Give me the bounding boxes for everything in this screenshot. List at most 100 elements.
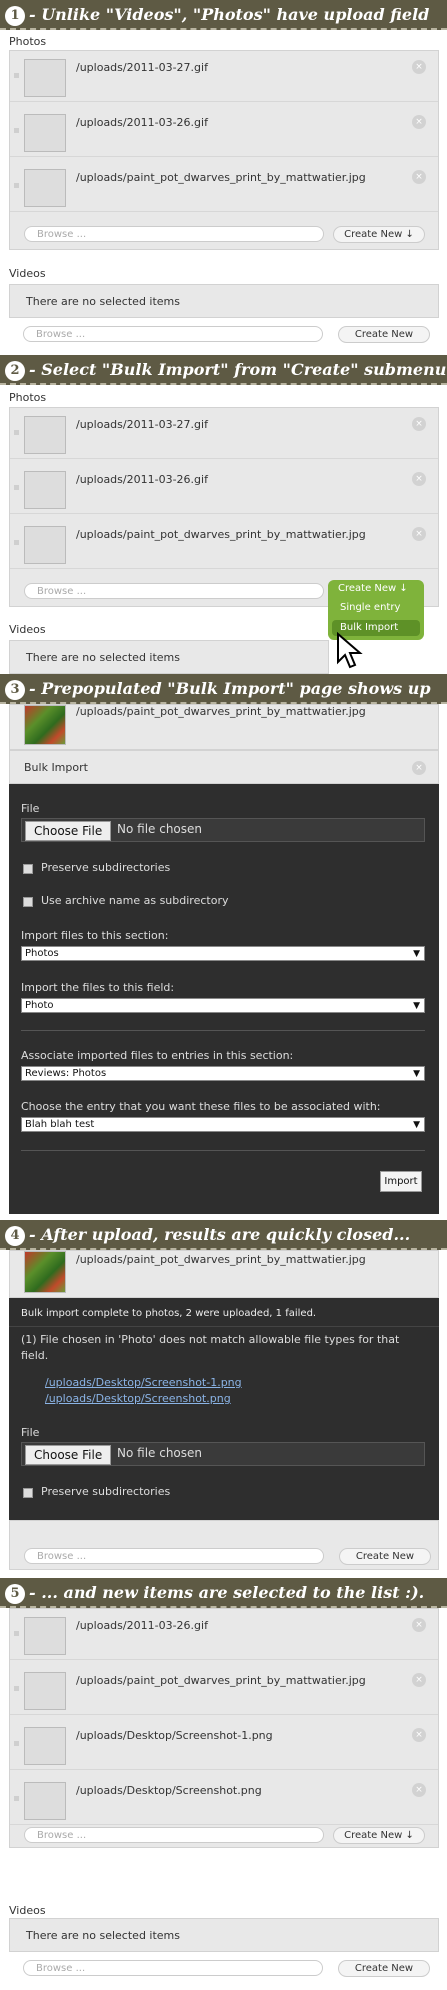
photos-section-label: Photos bbox=[9, 35, 47, 48]
file-status: No file chosen bbox=[117, 1446, 203, 1460]
file-input[interactable]: Choose File No file chosen bbox=[21, 1442, 425, 1466]
bulk-import-result: Bulk import complete to photos, 2 were u… bbox=[9, 1298, 439, 1520]
dropdown-arrow-icon: ▼ bbox=[413, 1120, 420, 1130]
photos-panel-footer: Browse ... Create New bbox=[9, 1520, 439, 1570]
uploaded-file-link[interactable]: /uploads/Desktop/Screenshot-1.png bbox=[45, 1376, 242, 1389]
thumbnail-image bbox=[24, 1617, 66, 1655]
entry-select[interactable]: Blah blah test ▼ bbox=[21, 1117, 425, 1132]
remove-icon[interactable]: × bbox=[412, 170, 426, 184]
list-item[interactable]: /uploads/2011-03-27.gif × bbox=[10, 51, 438, 102]
browse-input[interactable]: Browse ... bbox=[24, 1827, 324, 1843]
import-field-label: Import the files to this field: bbox=[21, 981, 175, 994]
import-field-select[interactable]: Photo ▼ bbox=[21, 998, 425, 1013]
videos-empty-state: There are no selected items bbox=[9, 1918, 439, 1952]
result-error: (1) File chosen in 'Photo' does not matc… bbox=[21, 1333, 400, 1362]
browse-input[interactable]: Browse ... bbox=[24, 583, 324, 599]
create-new-button[interactable]: Create New bbox=[339, 1548, 431, 1565]
list-item[interactable]: /uploads/paint_pot_dwarves_print_by_matt… bbox=[10, 1664, 438, 1715]
create-new-button[interactable]: Create New bbox=[338, 326, 430, 343]
file-status: No file chosen bbox=[117, 822, 203, 836]
thumbnail-image bbox=[24, 59, 66, 97]
photos-panel: /uploads/2011-03-27.gif × /uploads/2011-… bbox=[9, 407, 439, 607]
dropdown-arrow-icon: ▼ bbox=[413, 949, 420, 959]
photos-panel-partial: /uploads/paint_pot_dwarves_print_by_matt… bbox=[9, 1250, 439, 1298]
file-path: /uploads/2011-03-26.gif bbox=[76, 116, 208, 129]
create-new-dropdown: Create New ↓ Single entry Bulk Import bbox=[328, 580, 424, 640]
videos-section-label: Videos bbox=[9, 623, 46, 636]
remove-icon[interactable]: × bbox=[412, 60, 426, 74]
remove-icon[interactable]: × bbox=[412, 417, 426, 431]
dropdown-arrow-icon: ▼ bbox=[413, 1001, 420, 1011]
file-path: /uploads/Desktop/Screenshot.png bbox=[76, 1784, 262, 1797]
list-item[interactable]: /uploads/Desktop/Screenshot-1.png × bbox=[10, 1719, 438, 1770]
remove-icon[interactable]: × bbox=[412, 1783, 426, 1797]
select-value: Blah blah test bbox=[25, 1119, 95, 1130]
browse-input[interactable]: Browse ... bbox=[23, 1960, 323, 1976]
list-item[interactable]: /uploads/Desktop/Screenshot.png × bbox=[10, 1774, 438, 1825]
menu-item-single-entry[interactable]: Single entry bbox=[340, 602, 400, 613]
drag-handle-icon[interactable] bbox=[14, 128, 19, 133]
remove-icon[interactable]: × bbox=[412, 472, 426, 486]
photos-panel: /uploads/2011-03-27.gif × /uploads/2011-… bbox=[9, 50, 439, 250]
create-new-button[interactable]: Create New ↓ bbox=[338, 583, 408, 594]
thumbnail-image bbox=[24, 114, 66, 152]
drag-handle-icon[interactable] bbox=[14, 485, 19, 490]
step-text: - Select "Bulk Import" from "Create" sub… bbox=[29, 360, 447, 379]
remove-icon[interactable]: × bbox=[412, 115, 426, 129]
browse-input[interactable]: Browse ... bbox=[24, 226, 324, 242]
browse-input[interactable]: Browse ... bbox=[23, 326, 323, 342]
list-item[interactable]: /uploads/2011-03-26.gif × bbox=[10, 463, 438, 514]
divider bbox=[9, 1326, 439, 1327]
list-item[interactable]: /uploads/2011-03-26.gif × bbox=[10, 1609, 438, 1660]
dropdown-arrow-icon: ▼ bbox=[413, 1069, 420, 1079]
remove-icon[interactable]: × bbox=[412, 1673, 426, 1687]
drag-handle-icon[interactable] bbox=[14, 1631, 19, 1636]
step-banner-3: 3- Prepopulated "Bulk Import" page shows… bbox=[0, 674, 447, 704]
preserve-label: Preserve subdirectories bbox=[41, 861, 171, 874]
drag-handle-icon[interactable] bbox=[14, 73, 19, 78]
drag-handle-icon[interactable] bbox=[14, 1741, 19, 1746]
entry-label: Choose the entry that you want these fil… bbox=[21, 1100, 381, 1113]
step-number: 2 bbox=[5, 361, 25, 381]
list-item[interactable]: /uploads/2011-03-26.gif × bbox=[10, 106, 438, 157]
import-button[interactable]: Import bbox=[380, 1171, 422, 1192]
choose-file-button[interactable]: Choose File bbox=[25, 1445, 112, 1465]
drag-handle-icon[interactable] bbox=[14, 430, 19, 435]
list-item[interactable]: /uploads/paint_pot_dwarves_print_by_matt… bbox=[10, 518, 438, 569]
thumbnail-image bbox=[24, 1251, 66, 1293]
step-number: 4 bbox=[5, 1226, 25, 1246]
associate-label: Associate imported files to entries in t… bbox=[21, 1049, 294, 1062]
preserve-label: Preserve subdirectories bbox=[41, 1485, 171, 1498]
list-item[interactable]: /uploads/2011-03-27.gif × bbox=[10, 408, 438, 459]
create-new-button[interactable]: Create New ↓ bbox=[333, 1827, 425, 1844]
remove-icon[interactable]: × bbox=[412, 527, 426, 541]
browse-input[interactable]: Browse ... bbox=[24, 1548, 324, 1564]
divider bbox=[21, 1150, 425, 1151]
create-new-button[interactable]: Create New ↓ bbox=[333, 226, 425, 243]
preserve-checkbox[interactable] bbox=[23, 864, 33, 874]
step-text: - Unlike "Videos", "Photos" have upload … bbox=[29, 5, 430, 24]
step-number: 3 bbox=[5, 680, 25, 700]
step-banner-5: 5- ... and new items are selected to the… bbox=[0, 1578, 447, 1608]
import-section-select[interactable]: Photos ▼ bbox=[21, 946, 425, 961]
preserve-checkbox[interactable] bbox=[23, 1488, 33, 1498]
create-new-button[interactable]: Create New bbox=[338, 1960, 430, 1977]
remove-icon[interactable]: × bbox=[412, 1728, 426, 1742]
choose-file-button[interactable]: Choose File bbox=[25, 821, 112, 841]
remove-icon[interactable]: × bbox=[412, 1618, 426, 1632]
select-value: Reviews: Photos bbox=[25, 1068, 107, 1079]
file-input[interactable]: Choose File No file chosen bbox=[21, 818, 425, 842]
file-path: /uploads/paint_pot_dwarves_print_by_matt… bbox=[76, 705, 366, 718]
drag-handle-icon[interactable] bbox=[14, 1796, 19, 1801]
associate-section-select[interactable]: Reviews: Photos ▼ bbox=[21, 1066, 425, 1081]
drag-handle-icon[interactable] bbox=[14, 540, 19, 545]
uploaded-file-link[interactable]: /uploads/Desktop/Screenshot.png bbox=[45, 1392, 231, 1405]
list-item[interactable]: /uploads/paint_pot_dwarves_print_by_matt… bbox=[10, 161, 438, 212]
drag-handle-icon[interactable] bbox=[14, 1686, 19, 1691]
file-path: /uploads/paint_pot_dwarves_print_by_matt… bbox=[76, 528, 366, 541]
archive-checkbox[interactable] bbox=[23, 897, 33, 907]
close-icon[interactable]: × bbox=[412, 761, 426, 775]
select-value: Photos bbox=[25, 948, 59, 959]
drag-handle-icon[interactable] bbox=[14, 183, 19, 188]
bulk-import-header: Bulk Import × bbox=[9, 750, 439, 784]
